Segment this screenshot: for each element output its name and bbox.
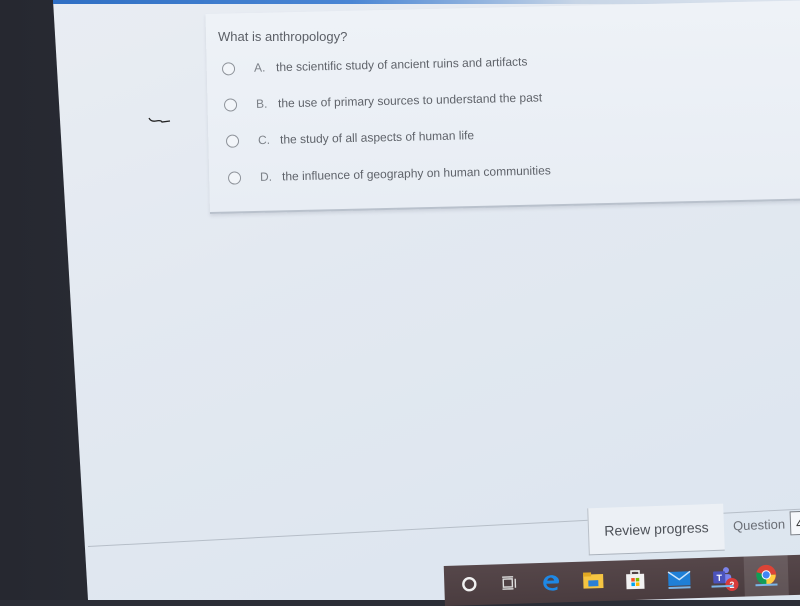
option-letter: A.	[254, 60, 266, 74]
svg-text:T: T	[716, 573, 722, 583]
question-number-select[interactable]: 4	[790, 511, 800, 536]
mail-icon[interactable]	[666, 564, 693, 591]
teams-icon[interactable]: T 2	[709, 563, 736, 590]
active-indicator	[669, 586, 691, 589]
screen-smudge	[148, 117, 172, 125]
review-progress-label: Review progress	[604, 519, 709, 539]
option-letter: C.	[258, 133, 270, 147]
question-number-value: 4	[796, 515, 800, 530]
cortana-search-icon[interactable]	[456, 571, 483, 598]
review-progress-button[interactable]: Review progress	[587, 504, 725, 556]
radio-button[interactable]	[228, 171, 241, 184]
file-explorer-icon[interactable]	[580, 567, 607, 594]
question-navigator: Question 4	[733, 511, 800, 538]
option-letter: B.	[256, 97, 268, 111]
option-letter: D.	[260, 170, 272, 184]
microsoft-store-icon[interactable]	[622, 566, 649, 593]
chrome-icon[interactable]	[753, 561, 780, 588]
radio-button[interactable]	[224, 98, 237, 111]
question-text: What is anthropology?	[218, 29, 347, 44]
active-indicator	[755, 584, 777, 587]
radio-button[interactable]	[222, 62, 235, 75]
radio-button[interactable]	[226, 134, 239, 147]
question-label: Question	[733, 516, 786, 533]
edge-icon[interactable]	[538, 568, 565, 595]
task-view-icon[interactable]	[496, 570, 523, 597]
